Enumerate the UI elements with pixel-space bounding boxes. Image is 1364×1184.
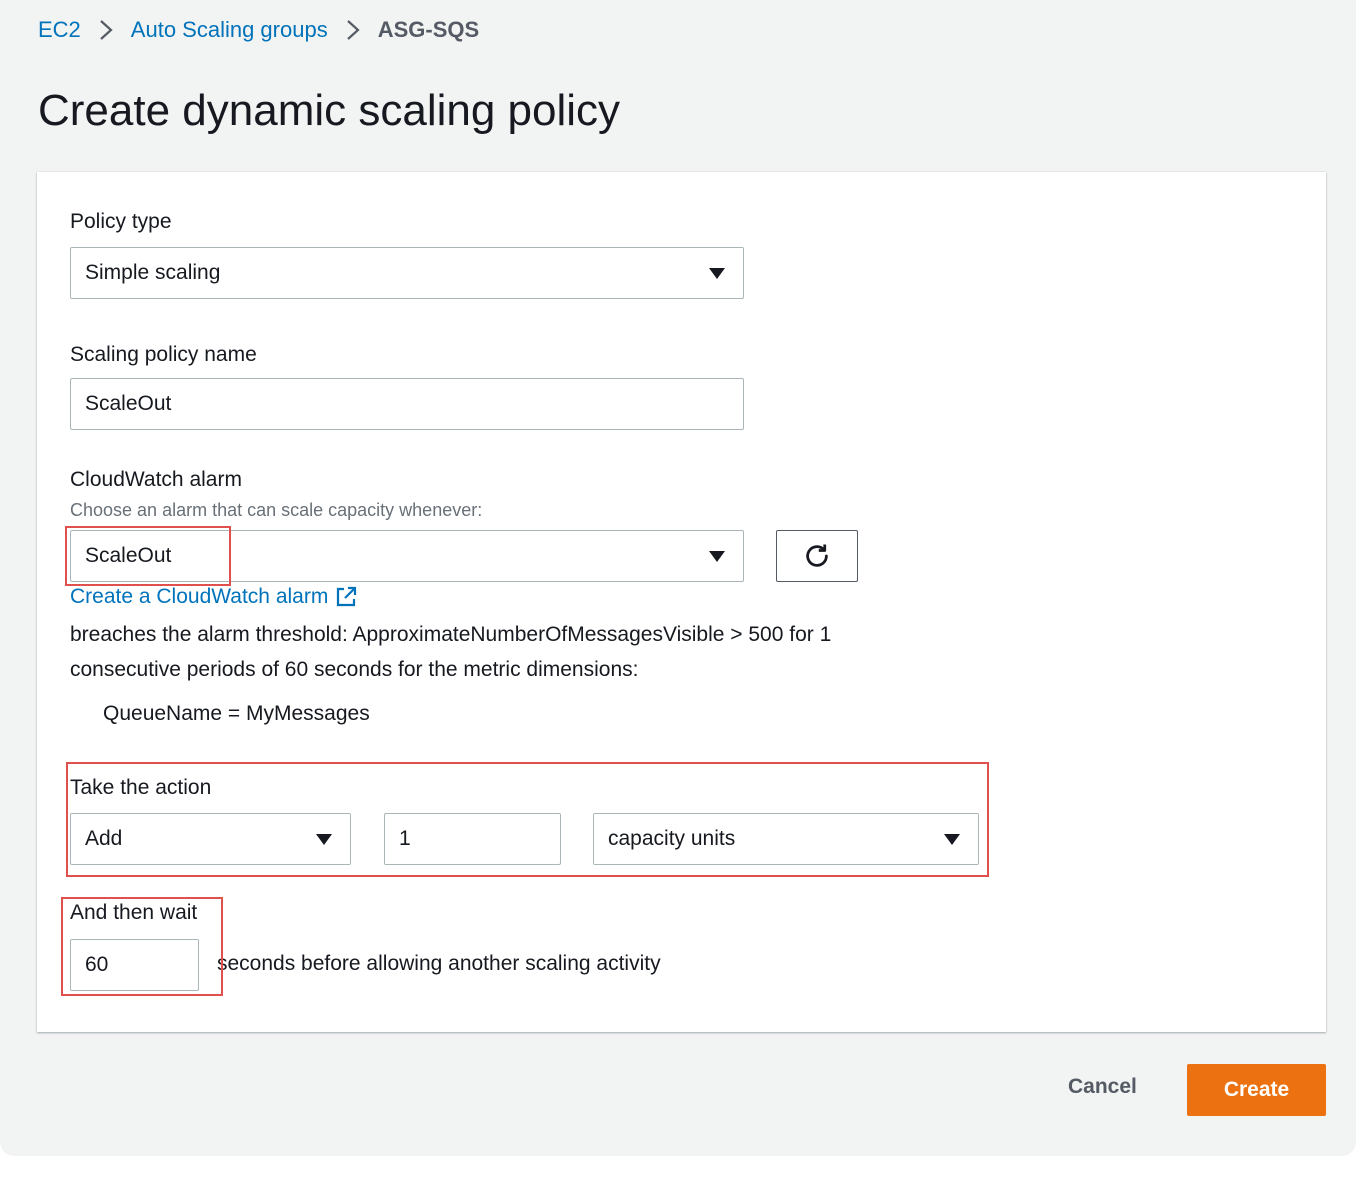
policy-type-value: Simple scaling <box>85 261 221 284</box>
action-unit-select[interactable]: capacity units <box>593 813 979 865</box>
page-title: Create dynamic scaling policy <box>38 86 621 135</box>
policy-type-select[interactable]: Simple scaling <box>70 247 744 299</box>
caret-down-icon <box>709 268 725 279</box>
wait-seconds-input[interactable]: 60 <box>70 939 199 991</box>
cancel-button[interactable]: Cancel <box>1068 1075 1137 1099</box>
wait-seconds-value: 60 <box>85 953 109 976</box>
alarm-threshold-line-2: consecutive periods of 60 seconds for th… <box>70 658 639 681</box>
chevron-right-icon <box>99 19 113 41</box>
refresh-icon <box>806 544 828 567</box>
alarm-threshold-line-1: breaches the alarm threshold: Approximat… <box>70 623 832 646</box>
refresh-alarms-button[interactable] <box>776 530 858 582</box>
create-alarm-link-text: Create a CloudWatch alarm <box>70 585 329 608</box>
policy-form-panel: Policy type Simple scaling Scaling polic… <box>37 172 1326 1032</box>
action-operation-select[interactable]: Add <box>70 813 351 865</box>
policy-name-value: ScaleOut <box>85 392 172 415</box>
policy-type-label: Policy type <box>70 210 172 233</box>
take-action-label: Take the action <box>70 776 212 799</box>
policy-name-input[interactable]: ScaleOut <box>70 378 744 430</box>
alarm-dimension: QueueName = MyMessages <box>103 702 370 725</box>
breadcrumb-current: ASG-SQS <box>377 17 480 42</box>
alarm-threshold-text: breaches the alarm threshold: Approximat… <box>70 617 1170 687</box>
caret-down-icon <box>944 834 960 845</box>
create-button[interactable]: Create <box>1187 1064 1326 1116</box>
external-link-icon <box>337 586 357 607</box>
cloudwatch-alarm-description: Choose an alarm that can scale capacity … <box>70 500 483 520</box>
breadcrumb-ec2[interactable]: EC2 <box>38 17 81 43</box>
action-amount-value: 1 <box>399 827 411 850</box>
wait-label: And then wait <box>70 901 198 924</box>
breadcrumb-auto-scaling-groups[interactable]: Auto Scaling groups <box>131 17 328 43</box>
action-unit-value: capacity units <box>608 827 736 850</box>
caret-down-icon <box>709 551 725 562</box>
caret-down-icon <box>316 834 332 845</box>
cloudwatch-alarm-select[interactable]: ScaleOut <box>70 530 744 582</box>
app-window: EC2 Auto Scaling groups ASG-SQS Create d… <box>0 0 1356 1156</box>
action-operation-value: Add <box>85 827 123 850</box>
chevron-right-icon <box>346 19 360 41</box>
action-amount-input[interactable]: 1 <box>384 813 561 865</box>
policy-name-label: Scaling policy name <box>70 343 257 366</box>
cloudwatch-alarm-value: ScaleOut <box>85 544 172 567</box>
cloudwatch-alarm-label: CloudWatch alarm <box>70 468 242 491</box>
create-cloudwatch-alarm-link[interactable]: Create a CloudWatch alarm <box>70 585 358 609</box>
breadcrumb: EC2 Auto Scaling groups ASG-SQS <box>38 17 479 43</box>
wait-suffix-text: seconds before allowing another scaling … <box>217 952 661 975</box>
